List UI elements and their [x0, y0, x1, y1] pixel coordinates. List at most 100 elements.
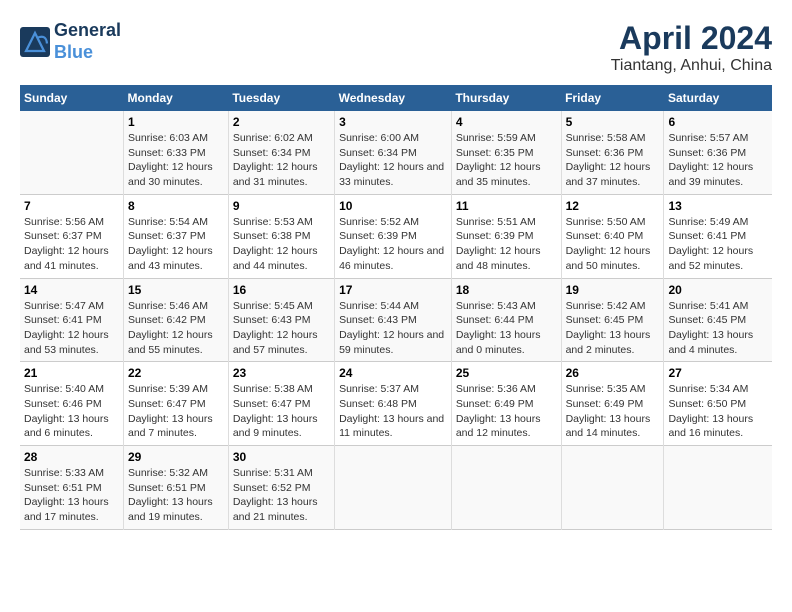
- day-number: 20: [668, 283, 768, 297]
- day-number: 29: [128, 450, 224, 464]
- day-of-week-header: Sunday: [20, 85, 124, 111]
- day-number: 6: [668, 115, 768, 129]
- logo-line1: General: [54, 20, 121, 42]
- calendar-day-cell: 2 Sunrise: 6:02 AMSunset: 6:34 PMDaylight…: [228, 111, 334, 194]
- day-number: 8: [128, 199, 224, 213]
- day-info: Sunrise: 5:41 AMSunset: 6:45 PMDaylight:…: [668, 299, 768, 358]
- day-number: 11: [456, 199, 557, 213]
- calendar-day-cell: 28 Sunrise: 5:33 AMSunset: 6:51 PMDayligh…: [20, 446, 124, 530]
- day-number: 30: [233, 450, 330, 464]
- day-info: Sunrise: 5:44 AMSunset: 6:43 PMDaylight:…: [339, 299, 447, 358]
- calendar-day-cell: 17 Sunrise: 5:44 AMSunset: 6:43 PMDayligh…: [335, 278, 452, 362]
- calendar-title: April 2024: [611, 20, 772, 57]
- day-info: Sunrise: 5:31 AMSunset: 6:52 PMDaylight:…: [233, 466, 330, 525]
- calendar-day-cell: 8 Sunrise: 5:54 AMSunset: 6:37 PMDaylight…: [124, 194, 229, 278]
- day-number: 10: [339, 199, 447, 213]
- day-info: Sunrise: 5:54 AMSunset: 6:37 PMDaylight:…: [128, 215, 224, 274]
- day-info: Sunrise: 5:56 AMSunset: 6:37 PMDaylight:…: [24, 215, 119, 274]
- calendar-day-cell: 14Sunrise: 5:47 AMSunset: 6:41 PMDayligh…: [20, 278, 124, 362]
- calendar-day-cell: 15 Sunrise: 5:46 AMSunset: 6:42 PMDayligh…: [124, 278, 229, 362]
- day-number: 25: [456, 366, 557, 380]
- calendar-week-row: 21 Sunrise: 5:40 AMSunset: 6:46 PMDayligh…: [20, 362, 772, 446]
- calendar-subtitle: Tiantang, Anhui, China: [611, 57, 772, 75]
- calendar-day-cell: 1 Sunrise: 6:03 AMSunset: 6:33 PMDaylight…: [124, 111, 229, 194]
- day-number: 27: [668, 366, 768, 380]
- day-number: 24: [339, 366, 447, 380]
- calendar-day-cell: 5 Sunrise: 5:58 AMSunset: 6:36 PMDaylight…: [561, 111, 664, 194]
- day-number: 15: [128, 283, 224, 297]
- day-info: Sunrise: 6:02 AMSunset: 6:34 PMDaylight:…: [233, 131, 330, 190]
- day-info: Sunrise: 5:32 AMSunset: 6:51 PMDaylight:…: [128, 466, 224, 525]
- day-info: Sunrise: 5:52 AMSunset: 6:39 PMDaylight:…: [339, 215, 447, 274]
- day-number: 23: [233, 366, 330, 380]
- day-of-week-header: Friday: [561, 85, 664, 111]
- day-of-week-header: Tuesday: [228, 85, 334, 111]
- day-info: Sunrise: 5:40 AMSunset: 6:46 PMDaylight:…: [24, 382, 119, 441]
- calendar-table: SundayMondayTuesdayWednesdayThursdayFrid…: [20, 85, 772, 530]
- calendar-day-cell: 21 Sunrise: 5:40 AMSunset: 6:46 PMDayligh…: [20, 362, 124, 446]
- day-number: 13: [668, 199, 768, 213]
- calendar-day-cell: 20 Sunrise: 5:41 AMSunset: 6:45 PMDayligh…: [664, 278, 772, 362]
- day-number: 1: [128, 115, 224, 129]
- calendar-day-cell: 10 Sunrise: 5:52 AMSunset: 6:39 PMDayligh…: [335, 194, 452, 278]
- title-block: April 2024 Tiantang, Anhui, China: [611, 20, 772, 75]
- calendar-week-row: 1 Sunrise: 6:03 AMSunset: 6:33 PMDaylight…: [20, 111, 772, 194]
- day-info: Sunrise: 5:33 AMSunset: 6:51 PMDaylight:…: [24, 466, 119, 525]
- calendar-day-cell: [664, 446, 772, 530]
- calendar-day-cell: 30 Sunrise: 5:31 AMSunset: 6:52 PMDayligh…: [228, 446, 334, 530]
- day-number: 21: [24, 366, 119, 380]
- day-info: Sunrise: 5:58 AMSunset: 6:36 PMDaylight:…: [566, 131, 660, 190]
- calendar-day-cell: 9 Sunrise: 5:53 AMSunset: 6:38 PMDaylight…: [228, 194, 334, 278]
- day-info: Sunrise: 5:37 AMSunset: 6:48 PMDaylight:…: [339, 382, 447, 441]
- day-info: Sunrise: 5:43 AMSunset: 6:44 PMDaylight:…: [456, 299, 557, 358]
- day-info: Sunrise: 6:00 AMSunset: 6:34 PMDaylight:…: [339, 131, 447, 190]
- day-of-week-header: Wednesday: [335, 85, 452, 111]
- day-info: Sunrise: 5:45 AMSunset: 6:43 PMDaylight:…: [233, 299, 330, 358]
- calendar-week-row: 28 Sunrise: 5:33 AMSunset: 6:51 PMDayligh…: [20, 446, 772, 530]
- day-of-week-header: Monday: [124, 85, 229, 111]
- day-number: 28: [24, 450, 119, 464]
- logo: General Blue: [20, 20, 121, 63]
- day-info: Sunrise: 5:50 AMSunset: 6:40 PMDaylight:…: [566, 215, 660, 274]
- calendar-day-cell: [20, 111, 124, 194]
- logo-icon: [20, 27, 50, 57]
- calendar-day-cell: 3 Sunrise: 6:00 AMSunset: 6:34 PMDaylight…: [335, 111, 452, 194]
- calendar-day-cell: 23 Sunrise: 5:38 AMSunset: 6:47 PMDayligh…: [228, 362, 334, 446]
- day-info: Sunrise: 5:36 AMSunset: 6:49 PMDaylight:…: [456, 382, 557, 441]
- day-info: Sunrise: 5:53 AMSunset: 6:38 PMDaylight:…: [233, 215, 330, 274]
- day-number: 16: [233, 283, 330, 297]
- calendar-day-cell: 22Sunrise: 5:39 AMSunset: 6:47 PMDayligh…: [124, 362, 229, 446]
- day-number: 14: [24, 283, 119, 297]
- day-info: Sunrise: 5:39 AMSunset: 6:47 PMDaylight:…: [128, 382, 224, 441]
- day-number: 4: [456, 115, 557, 129]
- day-info: Sunrise: 6:03 AMSunset: 6:33 PMDaylight:…: [128, 131, 224, 190]
- calendar-day-cell: 27Sunrise: 5:34 AMSunset: 6:50 PMDayligh…: [664, 362, 772, 446]
- page-header: General Blue April 2024 Tiantang, Anhui,…: [20, 20, 772, 75]
- calendar-day-cell: [335, 446, 452, 530]
- day-info: Sunrise: 5:59 AMSunset: 6:35 PMDaylight:…: [456, 131, 557, 190]
- calendar-day-cell: [561, 446, 664, 530]
- calendar-day-cell: 19Sunrise: 5:42 AMSunset: 6:45 PMDayligh…: [561, 278, 664, 362]
- day-number: 2: [233, 115, 330, 129]
- day-number: 9: [233, 199, 330, 213]
- calendar-day-cell: 24 Sunrise: 5:37 AMSunset: 6:48 PMDayligh…: [335, 362, 452, 446]
- calendar-day-cell: 7Sunrise: 5:56 AMSunset: 6:37 PMDaylight…: [20, 194, 124, 278]
- day-number: 12: [566, 199, 660, 213]
- day-number: 17: [339, 283, 447, 297]
- day-info: Sunrise: 5:38 AMSunset: 6:47 PMDaylight:…: [233, 382, 330, 441]
- calendar-day-cell: 13Sunrise: 5:49 AMSunset: 6:41 PMDayligh…: [664, 194, 772, 278]
- calendar-day-cell: 6 Sunrise: 5:57 AMSunset: 6:36 PMDaylight…: [664, 111, 772, 194]
- day-number: 26: [566, 366, 660, 380]
- day-number: 3: [339, 115, 447, 129]
- day-info: Sunrise: 5:57 AMSunset: 6:36 PMDaylight:…: [668, 131, 768, 190]
- calendar-day-cell: [451, 446, 561, 530]
- calendar-day-cell: 16 Sunrise: 5:45 AMSunset: 6:43 PMDayligh…: [228, 278, 334, 362]
- day-info: Sunrise: 5:42 AMSunset: 6:45 PMDaylight:…: [566, 299, 660, 358]
- logo-line2: Blue: [54, 42, 121, 64]
- day-info: Sunrise: 5:46 AMSunset: 6:42 PMDaylight:…: [128, 299, 224, 358]
- day-info: Sunrise: 5:51 AMSunset: 6:39 PMDaylight:…: [456, 215, 557, 274]
- calendar-week-row: 14Sunrise: 5:47 AMSunset: 6:41 PMDayligh…: [20, 278, 772, 362]
- day-of-week-header: Saturday: [664, 85, 772, 111]
- day-number: 5: [566, 115, 660, 129]
- calendar-header-row: SundayMondayTuesdayWednesdayThursdayFrid…: [20, 85, 772, 111]
